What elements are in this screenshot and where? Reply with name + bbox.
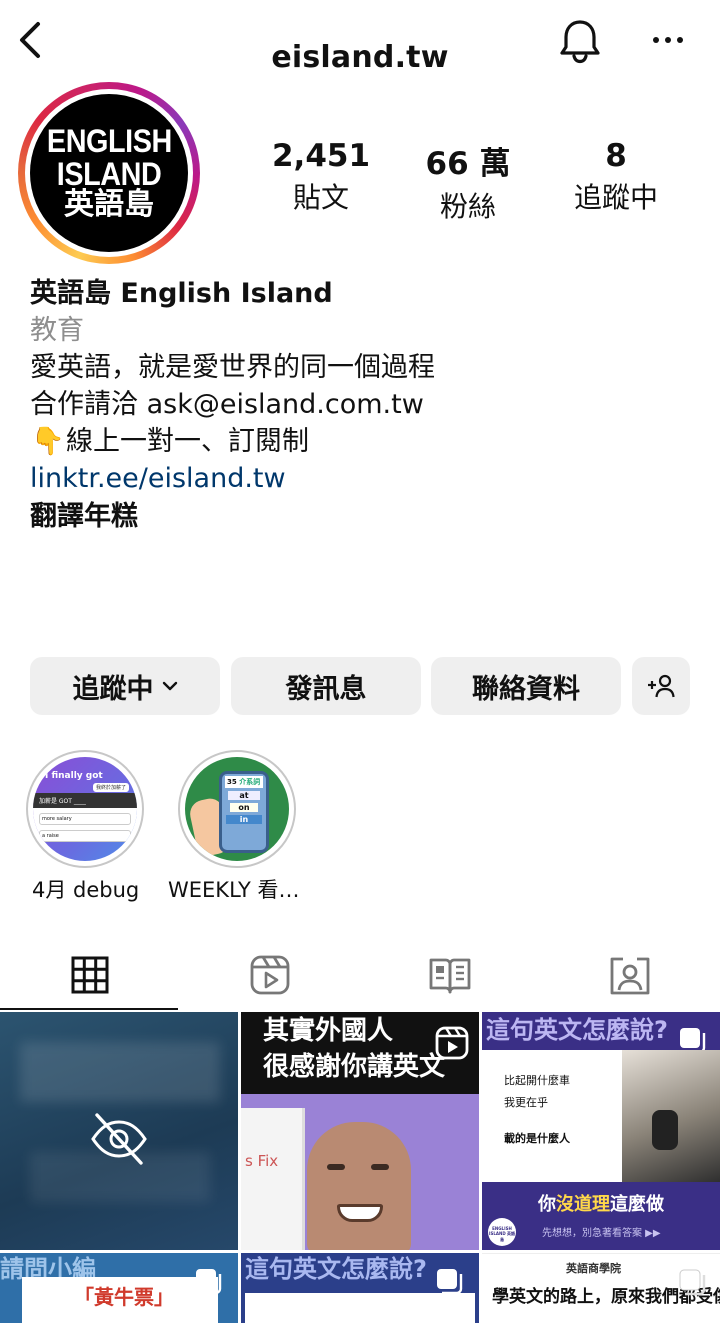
blurred-content <box>20 1042 220 1102</box>
post-logo: ENGLISH ISLAND 英語島 <box>488 1218 516 1246</box>
highlight-thumb-title: I finally got <box>45 771 103 781</box>
post-chip: 「黃牛票」 <box>74 1285 174 1309</box>
highlight-weekly[interactable]: 35 介系詞 at on in <box>178 750 296 868</box>
highlight-thumb-sub: 我終於加薪了 <box>93 783 130 792</box>
post-banner-text: 這麼做 <box>610 1194 664 1215</box>
post-hidden[interactable] <box>0 1012 238 1250</box>
stat-followers-label: 粉絲 <box>439 190 496 223</box>
post-banner-text: 你 <box>538 1194 556 1215</box>
more-options-button[interactable] <box>648 30 688 50</box>
notifications-button[interactable] <box>558 18 602 64</box>
post-image[interactable]: 英語商學院 學英文的路上，原來我們都受傷了 <box>482 1253 720 1323</box>
highlight-thumb-card: 加薪是 GOT ____ more salary a raise <box>33 793 137 842</box>
bio-line: 合作請洽 ask@eisland.com.tw <box>30 389 424 420</box>
eye-slash-icon <box>91 1113 147 1165</box>
post-quote-line: 比起開什麼車 <box>504 1074 570 1087</box>
tab-reels[interactable] <box>180 945 360 1005</box>
whiteboard: s Fix <box>241 1108 305 1250</box>
post-quote-line: 我更在乎 <box>504 1096 548 1109</box>
post-banner: 你沒道理這麼做 <box>482 1190 720 1216</box>
post-image[interactable]: 請問小編 「黃牛票」 <box>0 1253 238 1323</box>
pointing-down-emoji: 👇 <box>31 426 65 457</box>
profile-display-name: 英語島 English Island <box>30 278 333 309</box>
chevron-down-icon <box>162 681 177 691</box>
multiple-images-icon <box>679 1269 706 1296</box>
whiteboard-text: s Fix <box>245 1152 279 1170</box>
stat-posts-count: 2,451 <box>271 138 371 174</box>
highlight-debug[interactable]: I finally got 加薪是 GOT ____ more salary a… <box>26 750 144 868</box>
stat-following-label: 追蹤中 <box>573 181 658 214</box>
reel-icon <box>435 1026 469 1060</box>
post-title: 這句英文怎麼說? <box>245 1255 427 1283</box>
stat-followers[interactable]: 66 萬 粉絲 <box>393 138 543 225</box>
more-dots-icon <box>653 37 683 43</box>
avatar-logo-line3: 英語島 <box>64 187 154 223</box>
reels-icon <box>250 955 290 995</box>
bell-icon <box>560 20 600 64</box>
avatar-logo-line2: ISLAND <box>56 155 162 192</box>
bio-line-text: 線上一對一、訂閱制 <box>66 426 309 457</box>
profile-bio: 英語島 English Island 教育 愛英語，就是愛世界的同一個過程 合作… <box>30 276 690 537</box>
post-brand: 英語商學院 <box>566 1262 621 1275</box>
reel-caption-line: 很感謝你講英文 <box>263 1052 446 1082</box>
profile-avatar: ENGLISH ISLAND 英語島 <box>30 94 188 252</box>
contact-button-label: 聯絡資料 <box>472 673 580 705</box>
post-card: 「黃牛票」 <box>22 1277 218 1323</box>
post-subtext: 先想想，別急著看答案 ▶▶ <box>542 1228 661 1239</box>
suggested-users-button[interactable] <box>632 657 690 715</box>
highlight-thumb-card-title: 加薪是 GOT ____ <box>33 793 137 808</box>
highlight-thumb-tag: 介系詞 <box>239 778 261 786</box>
bio-line: 愛英語，就是愛世界的同一個過程 <box>30 352 435 383</box>
profile-category: 教育 <box>30 315 84 346</box>
car-interior-photo <box>622 1050 720 1182</box>
highlight-thumb-word: in <box>226 815 262 824</box>
stat-following-count: 8 <box>605 138 627 174</box>
stat-followers-count: 66 萬 <box>425 146 511 182</box>
tab-grid[interactable] <box>0 945 180 1005</box>
avatar-logo-line1: ENGLISH <box>46 123 172 160</box>
highlight-thumb-option: more salary <box>39 813 131 825</box>
person-face <box>307 1122 411 1250</box>
highlight-debug-label: 4月 debug <box>32 878 140 902</box>
post-image[interactable]: 這句英文怎麼說? <box>241 1253 479 1323</box>
highlight-thumb-num: 35 <box>227 778 237 786</box>
post-banner-highlight: 沒道理 <box>556 1194 610 1215</box>
profile-avatar-story-ring[interactable]: ENGLISH ISLAND 英語島 <box>18 82 200 264</box>
bio-link[interactable]: linktr.ee/eisland.tw <box>30 460 690 497</box>
message-button[interactable]: 發訊息 <box>231 657 421 715</box>
post-quote-card: 比起開什麼車 我更在乎 載的是什麼人 <box>482 1050 622 1182</box>
post-quote-line: 載的是什麼人 <box>504 1132 570 1145</box>
tagged-person-icon <box>610 957 650 995</box>
highlight-thumb-word: on <box>230 803 258 812</box>
highlight-thumb-word: at <box>228 791 260 800</box>
following-button-label: 追蹤中 <box>72 673 154 705</box>
stat-following[interactable]: 8 追蹤中 <box>541 138 691 216</box>
guides-book-icon <box>429 958 471 994</box>
grid-icon <box>71 956 109 994</box>
post-title: 這句英文怎麼說? <box>486 1016 668 1044</box>
active-tab-indicator <box>0 1008 178 1010</box>
bio-translation-button[interactable]: 翻譯年糕 <box>30 497 690 537</box>
multiple-images-icon <box>196 1269 222 1295</box>
highlight-thumb-phone: 35 介系詞 at on in <box>219 771 269 853</box>
post-card <box>245 1293 475 1323</box>
stat-posts-label: 貼文 <box>292 181 349 214</box>
tab-tagged[interactable] <box>540 945 720 1005</box>
highlight-thumbnail: I finally got 加薪是 GOT ____ more salary a… <box>33 757 137 861</box>
following-button[interactable]: 追蹤中 <box>30 657 220 715</box>
tab-guides[interactable] <box>360 945 540 1005</box>
multiple-images-icon <box>437 1269 463 1295</box>
post-image[interactable]: 這句英文怎麼說? 比起開什麼車 我更在乎 載的是什麼人 你沒道理這麼做 先想想，… <box>482 1012 720 1250</box>
stat-posts[interactable]: 2,451 貼文 <box>246 138 396 216</box>
post-reel[interactable]: 其實外國人 很感謝你講英文 s Fix <box>241 1012 479 1250</box>
reel-caption-line: 其實外國人 <box>263 1016 394 1046</box>
contact-button[interactable]: 聯絡資料 <box>431 657 621 715</box>
profile-username: eisland.tw <box>271 40 449 75</box>
highlight-thumb-option: a raise <box>39 830 131 842</box>
highlight-thumbnail: 35 介系詞 at on in <box>185 757 289 861</box>
message-button-label: 發訊息 <box>285 673 367 705</box>
highlight-weekly-label: WEEKLY 看… <box>168 878 300 902</box>
add-person-icon <box>648 674 675 698</box>
bio-line: 👇線上一對一、訂閱制 <box>30 423 690 460</box>
